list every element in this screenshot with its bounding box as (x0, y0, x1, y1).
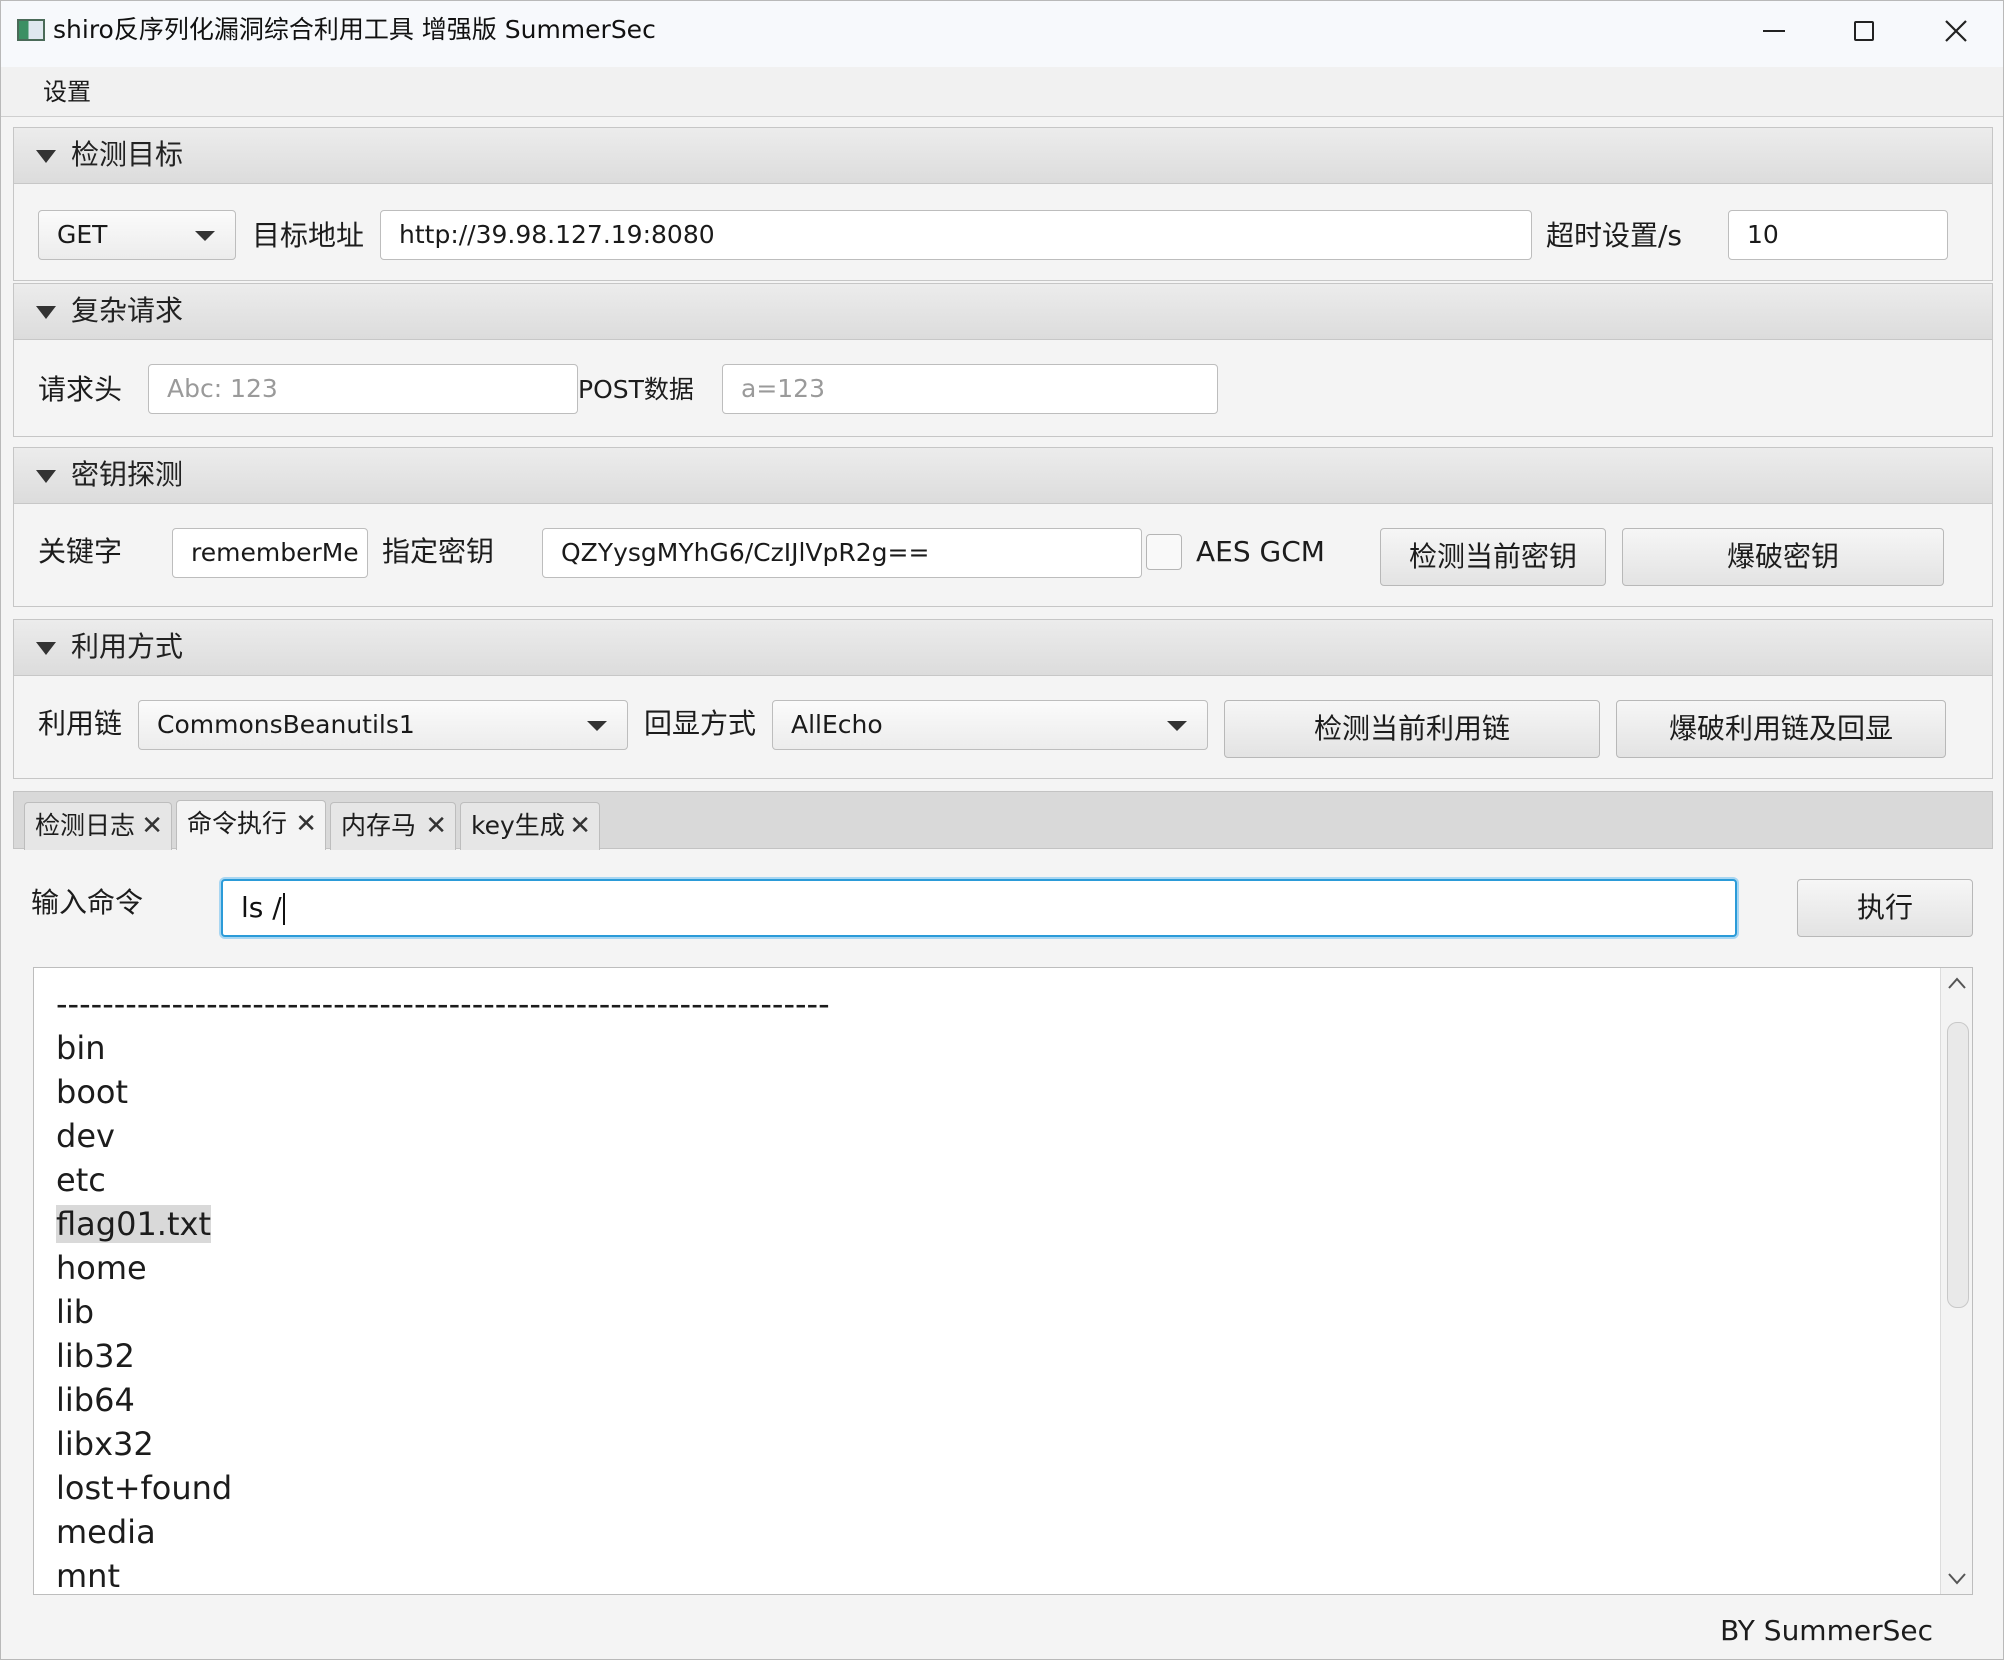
scrollbar-thumb[interactable] (1947, 1022, 1969, 1308)
output-line: ----------------------------------------… (56, 985, 830, 1023)
close-icon[interactable]: ✕ (569, 803, 591, 849)
timeout-input[interactable]: 10 (1728, 210, 1948, 260)
tab-label: 内存马 (341, 811, 417, 840)
text-cursor (282, 893, 285, 925)
chain-label: 利用链 (38, 707, 123, 740)
output-line: libx32 (56, 1425, 154, 1463)
scroll-down-icon[interactable] (1947, 1572, 1967, 1586)
method-select-value: GET (57, 220, 108, 249)
tab-label: 命令执行 (187, 809, 288, 838)
close-icon[interactable]: ✕ (425, 803, 447, 849)
header-input[interactable]: Abc: 123 (148, 364, 578, 414)
collapse-triangle-icon (36, 642, 56, 655)
check-key-button[interactable]: 检测当前密钥 (1380, 528, 1606, 586)
echo-select[interactable]: AllEcho (772, 700, 1208, 750)
collapse-triangle-icon (36, 150, 56, 163)
key-input[interactable]: QZYysgMYhG6/CzIJlVpR2g== (542, 528, 1142, 578)
scroll-up-icon[interactable] (1947, 976, 1967, 990)
section-exploit: 利用方式 利用链 CommonsBeanutils1 回显方式 AllEcho … (13, 619, 1993, 779)
minimize-button[interactable] (1729, 1, 1819, 61)
key-label: 指定密钥 (382, 535, 495, 568)
section-key-detect-header[interactable]: 密钥探测 (14, 448, 1992, 504)
output-line: lost+found (56, 1469, 233, 1507)
minimize-icon (1763, 30, 1785, 32)
section-detect-target-title: 检测目标 (71, 138, 184, 171)
maximize-button[interactable] (1819, 1, 1909, 61)
output-line: etc (56, 1161, 106, 1199)
brute-key-button[interactable]: 爆破密钥 (1622, 528, 1944, 586)
close-icon[interactable]: ✕ (295, 801, 317, 847)
maximize-icon (1854, 21, 1874, 41)
tab-detect-log[interactable]: 检测日志 ✕ (24, 802, 172, 850)
section-complex-request: 复杂请求 请求头 Abc: 123 POST数据 a=123 (13, 283, 1993, 437)
command-output[interactable]: ----------------------------------------… (33, 967, 1973, 1595)
section-key-detect-title: 密钥探测 (71, 458, 184, 491)
output-line-selected: flag01.txt (56, 1205, 211, 1243)
output-line: lib (56, 1293, 95, 1331)
aes-gcm-label: AES GCM (1196, 535, 1325, 568)
app-icon (17, 19, 45, 41)
output-line: lib64 (56, 1381, 135, 1419)
close-icon (1945, 20, 1967, 42)
keyword-input[interactable]: rememberMe (172, 528, 368, 578)
window-title: shiro反序列化漏洞综合利用工具 增强版 SummerSec (53, 15, 656, 44)
echo-label: 回显方式 (644, 707, 757, 740)
brute-chain-button[interactable]: 爆破利用链及回显 (1616, 700, 1946, 758)
command-label: 输入命令 (31, 886, 144, 919)
section-complex-request-title: 复杂请求 (71, 294, 184, 327)
output-line: media (56, 1513, 156, 1551)
chain-select-value: CommonsBeanutils1 (157, 710, 415, 739)
tab-label: 检测日志 (35, 811, 136, 840)
timeout-label: 超时设置/s (1546, 219, 1683, 252)
section-exploit-header[interactable]: 利用方式 (14, 620, 1992, 676)
menu-bar: 设置 (1, 67, 2003, 117)
output-lines: ----------------------------------------… (56, 982, 830, 1595)
output-line: lib32 (56, 1337, 135, 1375)
target-label: 目标地址 (252, 219, 365, 252)
check-chain-button[interactable]: 检测当前利用链 (1224, 700, 1600, 758)
tab-command-exec[interactable]: 命令执行 ✕ (176, 800, 326, 850)
command-input[interactable]: ls / (221, 879, 1737, 937)
title-bar: shiro反序列化漏洞综合利用工具 增强版 SummerSec (1, 1, 2003, 67)
output-line: mnt (56, 1557, 120, 1595)
collapse-triangle-icon (36, 306, 56, 319)
output-line: dev (56, 1117, 115, 1155)
collapse-triangle-icon (36, 470, 56, 483)
output-line: boot (56, 1073, 129, 1111)
post-label: POST数据 (578, 375, 694, 404)
output-line: bin (56, 1029, 106, 1067)
echo-select-value: AllEcho (791, 710, 883, 739)
close-button[interactable] (1911, 1, 2001, 61)
post-data-input[interactable]: a=123 (722, 364, 1218, 414)
tab-label: key生成 (471, 811, 565, 840)
tab-key-gen[interactable]: key生成 ✕ (460, 802, 600, 850)
chain-select[interactable]: CommonsBeanutils1 (138, 700, 628, 750)
output-scrollbar[interactable] (1940, 968, 1972, 1594)
menu-settings[interactable]: 设置 (43, 77, 91, 107)
close-icon[interactable]: ✕ (141, 803, 163, 849)
chevron-down-icon (195, 231, 215, 241)
section-detect-target-header[interactable]: 检测目标 (14, 128, 1992, 184)
target-url-input[interactable]: http://39.98.127.19:8080 (380, 210, 1532, 260)
command-input-value: ls / (241, 891, 282, 924)
chevron-down-icon (1167, 721, 1187, 731)
execute-button[interactable]: 执行 (1797, 879, 1973, 937)
footer-credit: BY SummerSec (1720, 1614, 1933, 1647)
section-exploit-title: 利用方式 (71, 630, 184, 663)
aes-gcm-checkbox[interactable] (1146, 534, 1182, 570)
tab-bar: 检测日志 ✕ 命令执行 ✕ 内存马 ✕ key生成 ✕ (13, 791, 1993, 850)
section-detect-target: 检测目标 GET 目标地址 http://39.98.127.19:8080 超… (13, 127, 1993, 281)
output-line: home (56, 1249, 147, 1287)
header-label: 请求头 (38, 373, 123, 406)
tab-memshell[interactable]: 内存马 ✕ (330, 802, 456, 850)
method-select[interactable]: GET (38, 210, 236, 260)
section-key-detect: 密钥探测 关键字 rememberMe 指定密钥 QZYysgMYhG6/CzI… (13, 447, 1993, 607)
chevron-down-icon (587, 721, 607, 731)
section-complex-request-header[interactable]: 复杂请求 (14, 284, 1992, 340)
app-window: shiro反序列化漏洞综合利用工具 增强版 SummerSec 设置 检测目标 … (0, 0, 2004, 1660)
keyword-label: 关键字 (38, 535, 123, 568)
